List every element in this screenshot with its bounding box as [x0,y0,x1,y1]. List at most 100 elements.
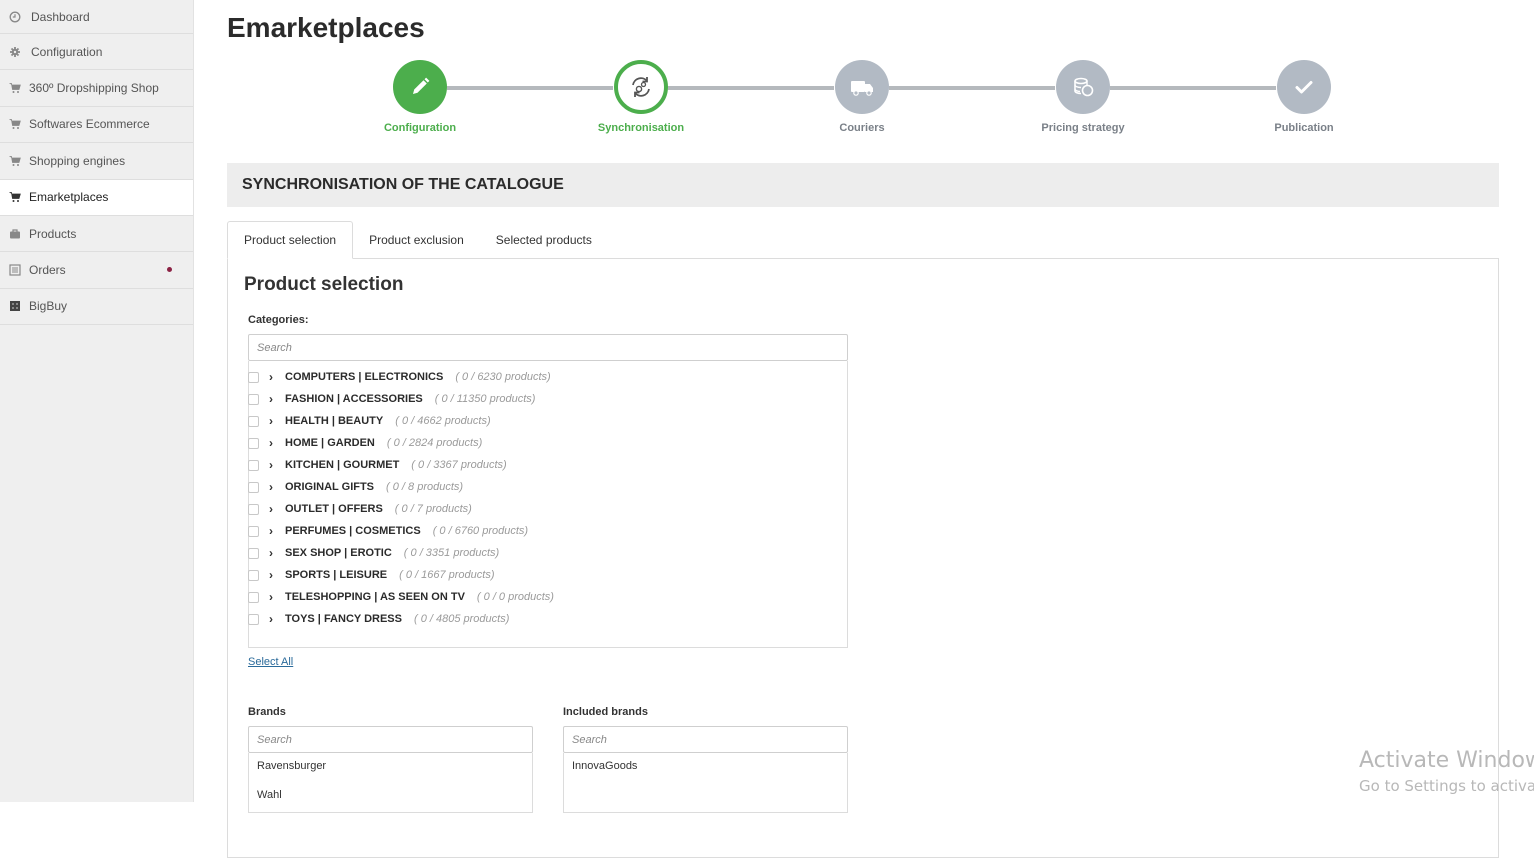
category-item: › TOYS | FANCY DRESS ( 0 / 4805 products) [248,608,509,630]
categories-label: Categories: [248,314,309,326]
category-count: ( 0 / 8 products) [386,481,464,493]
category-name: TELESHOPPING | AS SEEN ON TV [285,591,465,603]
brand-item[interactable]: Ravensburger [257,760,326,772]
step-publication[interactable]: Publication [1244,60,1364,134]
included-brands-search-input[interactable]: Search [563,726,848,753]
check-icon [1277,60,1331,114]
category-checkbox[interactable] [248,415,259,427]
watermark-subtitle: Go to Settings to activate Windows. [1359,777,1534,795]
step-label: Couriers [839,122,885,134]
step-synchronisation[interactable]: Synchronisation [581,60,701,134]
categories-search-input[interactable]: Search [248,334,848,361]
sidebar-item-dashboard[interactable]: Dashboard [0,0,193,34]
clock-icon [9,11,21,23]
chevron-right-icon[interactable]: › [269,458,275,472]
brands-search-input[interactable]: Search [248,726,533,753]
chevron-right-icon[interactable]: › [269,414,275,428]
category-item: › OUTLET | OFFERS ( 0 / 7 products) [248,498,472,520]
category-checkbox[interactable] [248,459,259,471]
tab-product-exclusion[interactable]: Product exclusion [353,221,480,259]
sidebar-item-label: Shopping engines [29,153,126,168]
briefcase-icon [9,228,21,240]
category-checkbox[interactable] [248,613,259,625]
sidebar-item-configuration[interactable]: Configuration [0,34,193,71]
notification-dot [167,267,172,273]
sidebar: Dashboard Configuration 360º Dropshippin… [0,0,194,802]
sidebar-item-shopping-engines[interactable]: Shopping engines [0,143,193,180]
cart-icon [9,118,21,130]
category-item: › SPORTS | LEISURE ( 0 / 1667 products) [248,564,494,586]
tab-selected-products[interactable]: Selected products [480,221,608,259]
select-all-link[interactable]: Select All [248,656,293,668]
category-count: ( 0 / 0 products) [476,591,554,603]
category-checkbox[interactable] [248,547,259,559]
sidebar-item-bigbuy[interactable]: BigBuy [0,289,193,326]
step-label: Publication [1274,122,1334,134]
coins-icon [1056,60,1110,114]
category-checkbox[interactable] [248,569,259,581]
step-pricing-strategy[interactable]: Pricing strategy [1023,60,1143,134]
section-header: SYNCHRONISATION OF THE CATALOGUE [227,163,1499,207]
step-configuration[interactable]: Configuration [360,60,480,134]
truck-icon [835,60,889,114]
brand-item[interactable]: Wahl [257,789,282,801]
chevron-right-icon[interactable]: › [269,546,275,560]
category-checkbox[interactable] [248,525,259,537]
tab-panel-product-selection: Product selection Categories: Search › CO… [227,258,1499,858]
category-name: HOME | GARDEN [285,437,375,449]
included-brand-item[interactable]: InnovaGoods [572,760,637,772]
category-checkbox[interactable] [248,437,259,449]
sidebar-item-label: Dashboard [31,9,90,24]
sidebar-item-label: Softwares Ecommerce [29,117,150,132]
category-name: TOYS | FANCY DRESS [285,613,402,625]
step-couriers[interactable]: Couriers [802,60,922,134]
category-checkbox[interactable] [248,503,259,515]
sidebar-item-products[interactable]: Products [0,216,193,253]
page-title: Emarketplaces [227,12,425,43]
category-item: › FASHION | ACCESSORIES ( 0 / 11350 produc… [248,388,535,410]
chevron-right-icon[interactable]: › [269,436,275,450]
sidebar-item-label: Configuration [31,44,103,59]
sidebar-item-orders[interactable]: Orders [0,252,193,289]
category-count: ( 0 / 3367 products) [411,459,507,471]
category-item: › COMPUTERS | ELECTRONICS ( 0 / 6230 produ… [248,366,551,388]
chevron-right-icon[interactable]: › [269,524,275,538]
brands-label: Brands [248,706,286,718]
sidebar-item-label: 360º Dropshipping Shop [29,81,159,96]
brands-list: Ravensburger Wahl [248,753,533,813]
sidebar-item-emarketplaces[interactable]: Emarketplaces [0,179,193,216]
chevron-right-icon[interactable]: › [269,568,275,582]
category-name: SEX SHOP | EROTIC [285,547,392,559]
sidebar-item-softwares-ecommerce[interactable]: Softwares Ecommerce [0,107,193,144]
chevron-right-icon[interactable]: › [269,480,275,494]
tab-product-selection[interactable]: Product selection [227,221,354,259]
category-checkbox[interactable] [248,371,259,383]
progress-stepper: Configuration Synchronisation Couriers P… [227,60,1499,140]
chevron-right-icon[interactable]: › [269,590,275,604]
category-checkbox[interactable] [248,591,259,603]
cart-icon [9,155,21,167]
category-name: HEALTH | BEAUTY [285,415,384,427]
category-count: ( 0 / 11350 products) [434,393,536,405]
bigbuy-logo-icon [9,300,21,312]
category-item: › TELESHOPPING | AS SEEN ON TV ( 0 / 0 pro… [248,586,554,608]
included-brands-list: InnovaGoods [563,753,848,813]
sidebar-item-label: Products [29,226,77,241]
windows-activation-watermark: Activate Windows Go to Settings to activ… [1359,748,1534,795]
chevron-right-icon[interactable]: › [269,370,275,384]
tab-bar: Product selection Product exclusion Sele… [227,221,608,259]
sidebar-item-label: Emarketplaces [29,190,109,205]
pencil-icon [393,60,447,114]
chevron-right-icon[interactable]: › [269,612,275,626]
category-item: › KITCHEN | GOURMET ( 0 / 3367 products) [248,454,507,476]
sidebar-item-360-dropshipping-shop[interactable]: 360º Dropshipping Shop [0,70,193,107]
category-item: › SEX SHOP | EROTIC ( 0 / 3351 products) [248,542,499,564]
category-item: › PERFUMES | COSMETICS ( 0 / 6760 products… [248,520,528,542]
category-name: OUTLET | OFFERS [285,503,383,515]
list-icon [9,264,21,276]
chevron-right-icon[interactable]: › [269,392,275,406]
category-count: ( 0 / 4662 products) [395,415,491,427]
category-checkbox[interactable] [248,481,259,493]
category-checkbox[interactable] [248,393,259,405]
chevron-right-icon[interactable]: › [269,502,275,516]
